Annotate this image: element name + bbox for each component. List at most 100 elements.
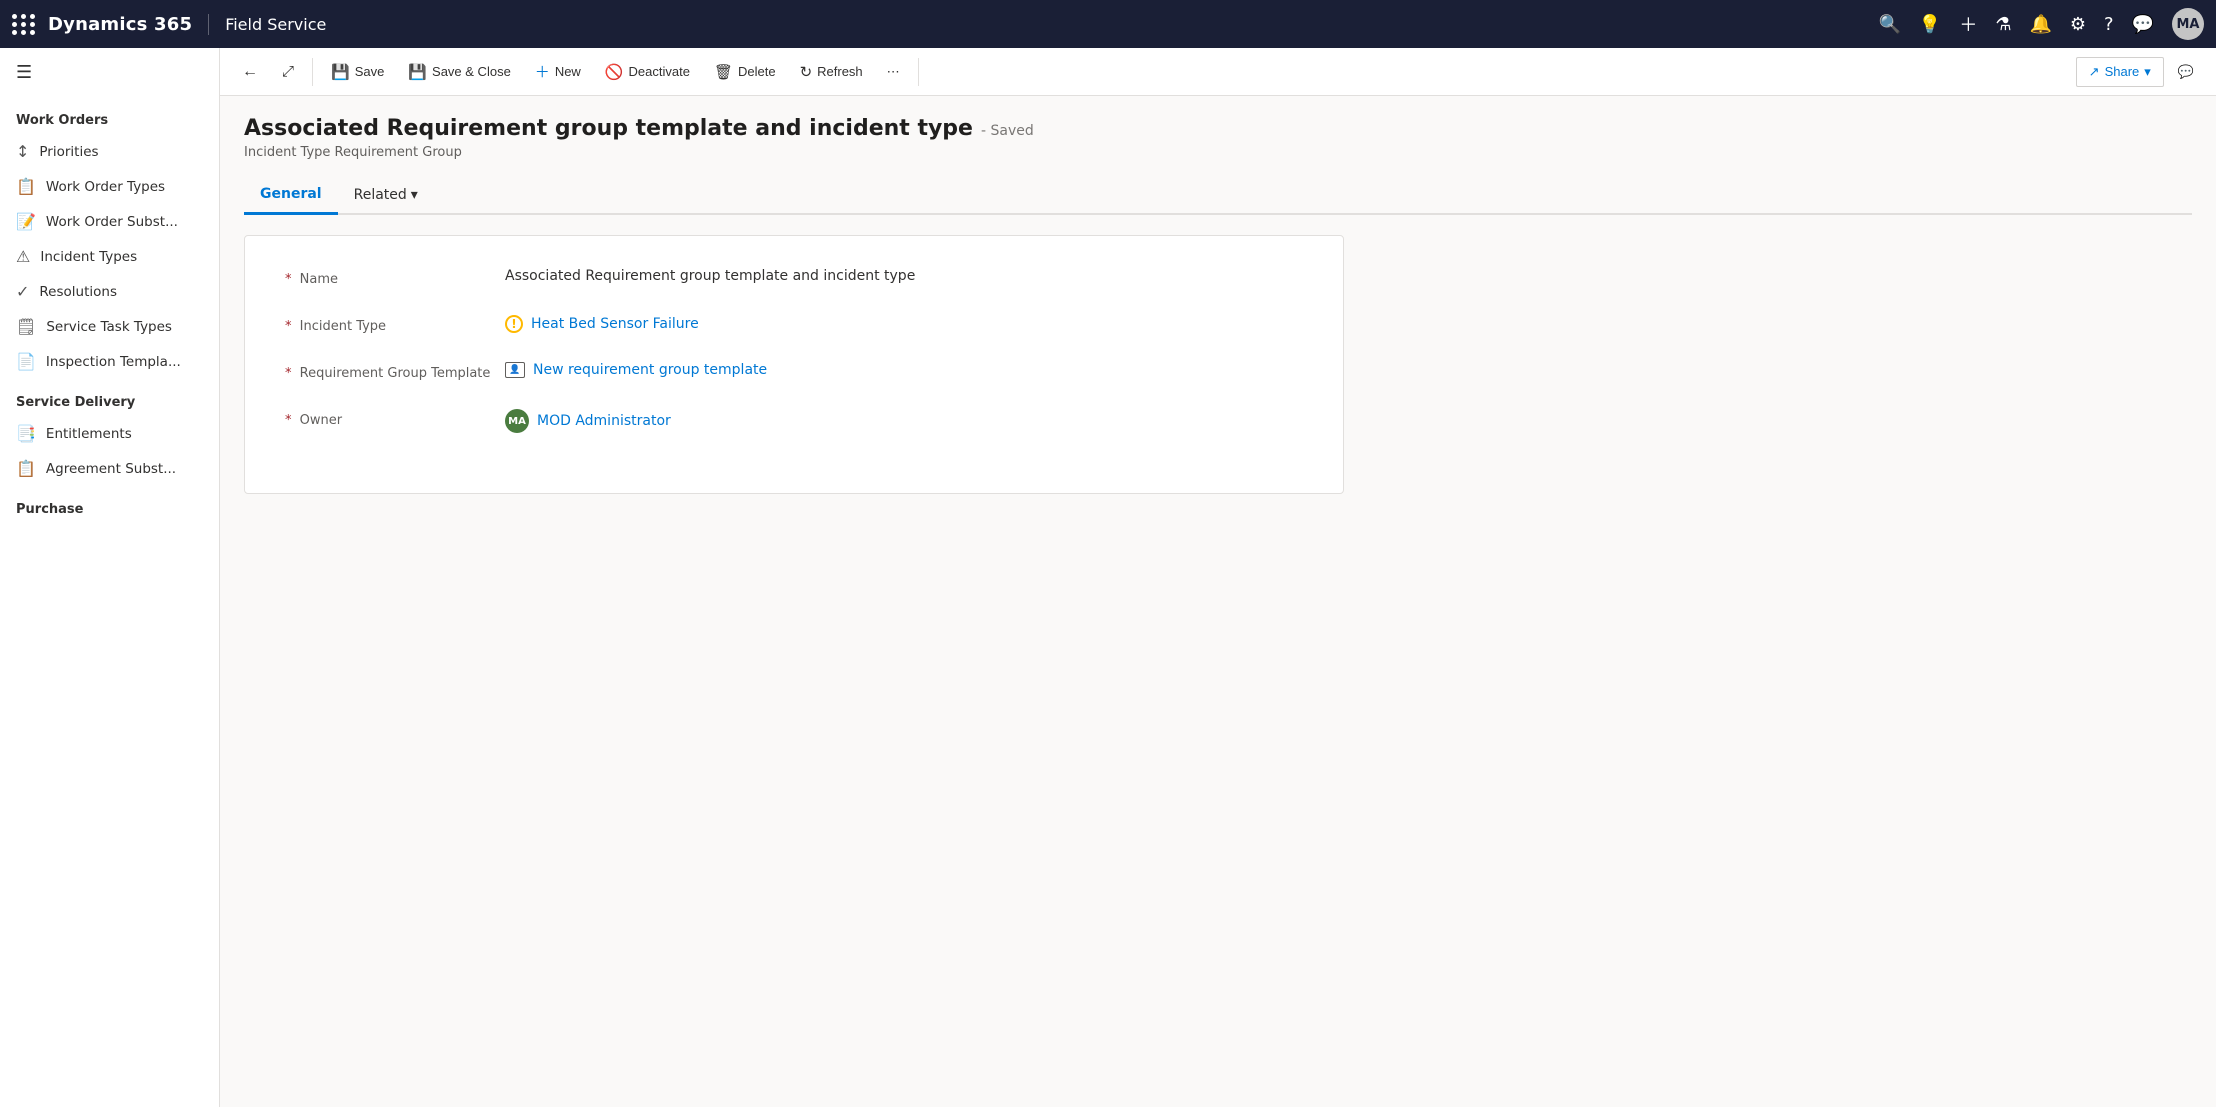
label-name: * Name xyxy=(285,268,505,287)
incident-type-link[interactable]: Heat Bed Sensor Failure xyxy=(531,316,699,332)
popout-icon: ⤢ xyxy=(282,63,294,80)
group-icon: 👤 xyxy=(505,362,525,378)
app-name: Dynamics 365 xyxy=(48,14,209,35)
sidebar-label-resolutions: Resolutions xyxy=(39,284,117,300)
share-button[interactable]: ↗ Share ▾ xyxy=(2076,57,2164,87)
back-button[interactable]: ← xyxy=(232,57,268,87)
save-label: Save xyxy=(355,64,385,79)
sidebar-label-service-task-types: Service Task Types xyxy=(46,319,172,335)
sidebar-item-priorities[interactable]: ↕ Priorities xyxy=(0,134,219,169)
filter-icon[interactable]: ⚗ xyxy=(1995,14,2011,35)
sidebar-item-work-order-types[interactable]: 📋 Work Order Types xyxy=(0,169,219,204)
sidebar: ☰ Work Orders ↕ Priorities 📋 Work Order … xyxy=(0,48,220,1107)
save-icon: 💾 xyxy=(331,63,350,81)
new-label: New xyxy=(555,64,581,79)
toolbar-separator-1 xyxy=(312,58,313,86)
tab-related-chevron: ▾ xyxy=(411,187,418,203)
agreement-subst-icon: 📋 xyxy=(16,459,36,478)
module-name: Field Service xyxy=(225,15,1870,34)
tab-related[interactable]: Related ▾ xyxy=(338,177,434,213)
work-order-subst-icon: 📝 xyxy=(16,212,36,231)
toolbar-separator-2 xyxy=(918,58,919,86)
bell-icon[interactable]: 🔔 xyxy=(2029,14,2051,35)
refresh-icon: ↻ xyxy=(800,63,813,81)
deactivate-button[interactable]: 🚫 Deactivate xyxy=(595,57,700,87)
required-asterisk-req: * xyxy=(285,366,292,381)
page-title-row: Associated Requirement group template an… xyxy=(244,116,2192,141)
save-close-label: Save & Close xyxy=(432,64,511,79)
owner-link[interactable]: MOD Administrator xyxy=(537,413,671,429)
toolbar-right: ↗ Share ▾ 💬 xyxy=(2076,57,2204,87)
sidebar-section-service-delivery: Service Delivery xyxy=(0,379,219,416)
required-asterisk-incident: * xyxy=(285,319,292,334)
tab-general[interactable]: General xyxy=(244,176,338,215)
hamburger-icon: ☰ xyxy=(16,62,32,83)
sidebar-section-purchase: Purchase xyxy=(0,486,219,523)
save-close-icon: 💾 xyxy=(408,63,427,81)
value-req-group[interactable]: 👤 New requirement group template xyxy=(505,362,1303,378)
entitlements-icon: 📑 xyxy=(16,424,36,443)
sidebar-item-service-task-types[interactable]: 🗒 Service Task Types xyxy=(0,309,219,344)
value-owner[interactable]: MA MOD Administrator xyxy=(505,409,1303,433)
page-content: Associated Requirement group template an… xyxy=(220,96,2216,1107)
sidebar-item-agreement-subst[interactable]: 📋 Agreement Subst... xyxy=(0,451,219,486)
save-button[interactable]: 💾 Save xyxy=(321,57,394,87)
warning-icon: ! xyxy=(505,315,523,333)
chat-icon[interactable]: 💬 xyxy=(2132,14,2154,35)
sidebar-item-resolutions[interactable]: ✓ Resolutions xyxy=(0,274,219,309)
chat-panel-icon: 💬 xyxy=(2178,64,2194,80)
label-incident-type: * Incident Type xyxy=(285,315,505,334)
main-layout: ☰ Work Orders ↕ Priorities 📋 Work Order … xyxy=(0,48,2216,1107)
required-asterisk-name: * xyxy=(285,272,292,287)
save-close-button[interactable]: 💾 Save & Close xyxy=(398,57,520,87)
popout-button[interactable]: ⤢ xyxy=(272,57,304,86)
plus-icon[interactable]: ＋ xyxy=(1959,11,1977,37)
help-icon[interactable]: ? xyxy=(2104,14,2114,35)
required-asterisk-owner: * xyxy=(285,413,292,428)
sidebar-label-agreement-subst: Agreement Subst... xyxy=(46,461,176,477)
work-order-types-icon: 📋 xyxy=(16,177,36,196)
tabs-row: General Related ▾ xyxy=(244,176,2192,215)
sidebar-toggle[interactable]: ☰ xyxy=(0,48,219,97)
form-card: * Name Associated Requirement group temp… xyxy=(244,235,1344,494)
label-req-group: * Requirement Group Template xyxy=(285,362,505,381)
deactivate-icon: 🚫 xyxy=(605,63,624,81)
sidebar-label-work-order-subst: Work Order Subst... xyxy=(46,214,178,230)
sidebar-label-work-order-types: Work Order Types xyxy=(46,179,165,195)
sidebar-label-priorities: Priorities xyxy=(39,144,98,160)
top-navbar: Dynamics 365 Field Service 🔍 💡 ＋ ⚗ 🔔 ⚙ ?… xyxy=(0,0,2216,48)
page-subtitle: Incident Type Requirement Group xyxy=(244,145,2192,160)
sidebar-item-entitlements[interactable]: 📑 Entitlements xyxy=(0,416,219,451)
page-status: - Saved xyxy=(981,123,1034,139)
lightbulb-icon[interactable]: 💡 xyxy=(1919,14,1941,35)
sidebar-label-inspection-templates: Inspection Templa... xyxy=(46,354,181,370)
resolutions-icon: ✓ xyxy=(16,282,29,301)
new-button[interactable]: ＋ New xyxy=(525,55,591,88)
sidebar-item-work-order-subst[interactable]: 📝 Work Order Subst... xyxy=(0,204,219,239)
gear-icon[interactable]: ⚙ xyxy=(2070,14,2086,35)
value-incident-type[interactable]: ! Heat Bed Sensor Failure xyxy=(505,315,1303,333)
nav-icons: 🔍 💡 ＋ ⚗ 🔔 ⚙ ? 💬 MA xyxy=(1878,8,2204,40)
chat-panel-button[interactable]: 💬 xyxy=(2168,58,2204,86)
sidebar-item-inspection-templates[interactable]: 📄 Inspection Templa... xyxy=(0,344,219,379)
refresh-label: Refresh xyxy=(817,64,863,79)
form-row-name: * Name Associated Requirement group temp… xyxy=(285,268,1303,287)
label-owner: * Owner xyxy=(285,409,505,428)
priorities-icon: ↕ xyxy=(16,142,29,161)
form-row-owner: * Owner MA MOD Administrator xyxy=(285,409,1303,433)
delete-button[interactable]: 🗑 Delete xyxy=(704,57,786,87)
value-name[interactable]: Associated Requirement group template an… xyxy=(505,268,1303,284)
sidebar-item-incident-types[interactable]: ⚠ Incident Types xyxy=(0,239,219,274)
more-button[interactable]: ⋯ xyxy=(877,58,910,86)
app-launcher-icon[interactable] xyxy=(12,14,36,35)
form-row-req-group: * Requirement Group Template 👤 New requi… xyxy=(285,362,1303,381)
search-icon[interactable]: 🔍 xyxy=(1878,14,1900,35)
more-icon: ⋯ xyxy=(887,64,900,80)
req-group-link[interactable]: New requirement group template xyxy=(533,362,767,378)
share-chevron-icon: ▾ xyxy=(2144,64,2151,80)
deactivate-label: Deactivate xyxy=(629,64,690,79)
refresh-button[interactable]: ↻ Refresh xyxy=(790,57,873,87)
delete-label: Delete xyxy=(738,64,776,79)
page-title: Associated Requirement group template an… xyxy=(244,116,973,141)
user-avatar[interactable]: MA xyxy=(2172,8,2204,40)
